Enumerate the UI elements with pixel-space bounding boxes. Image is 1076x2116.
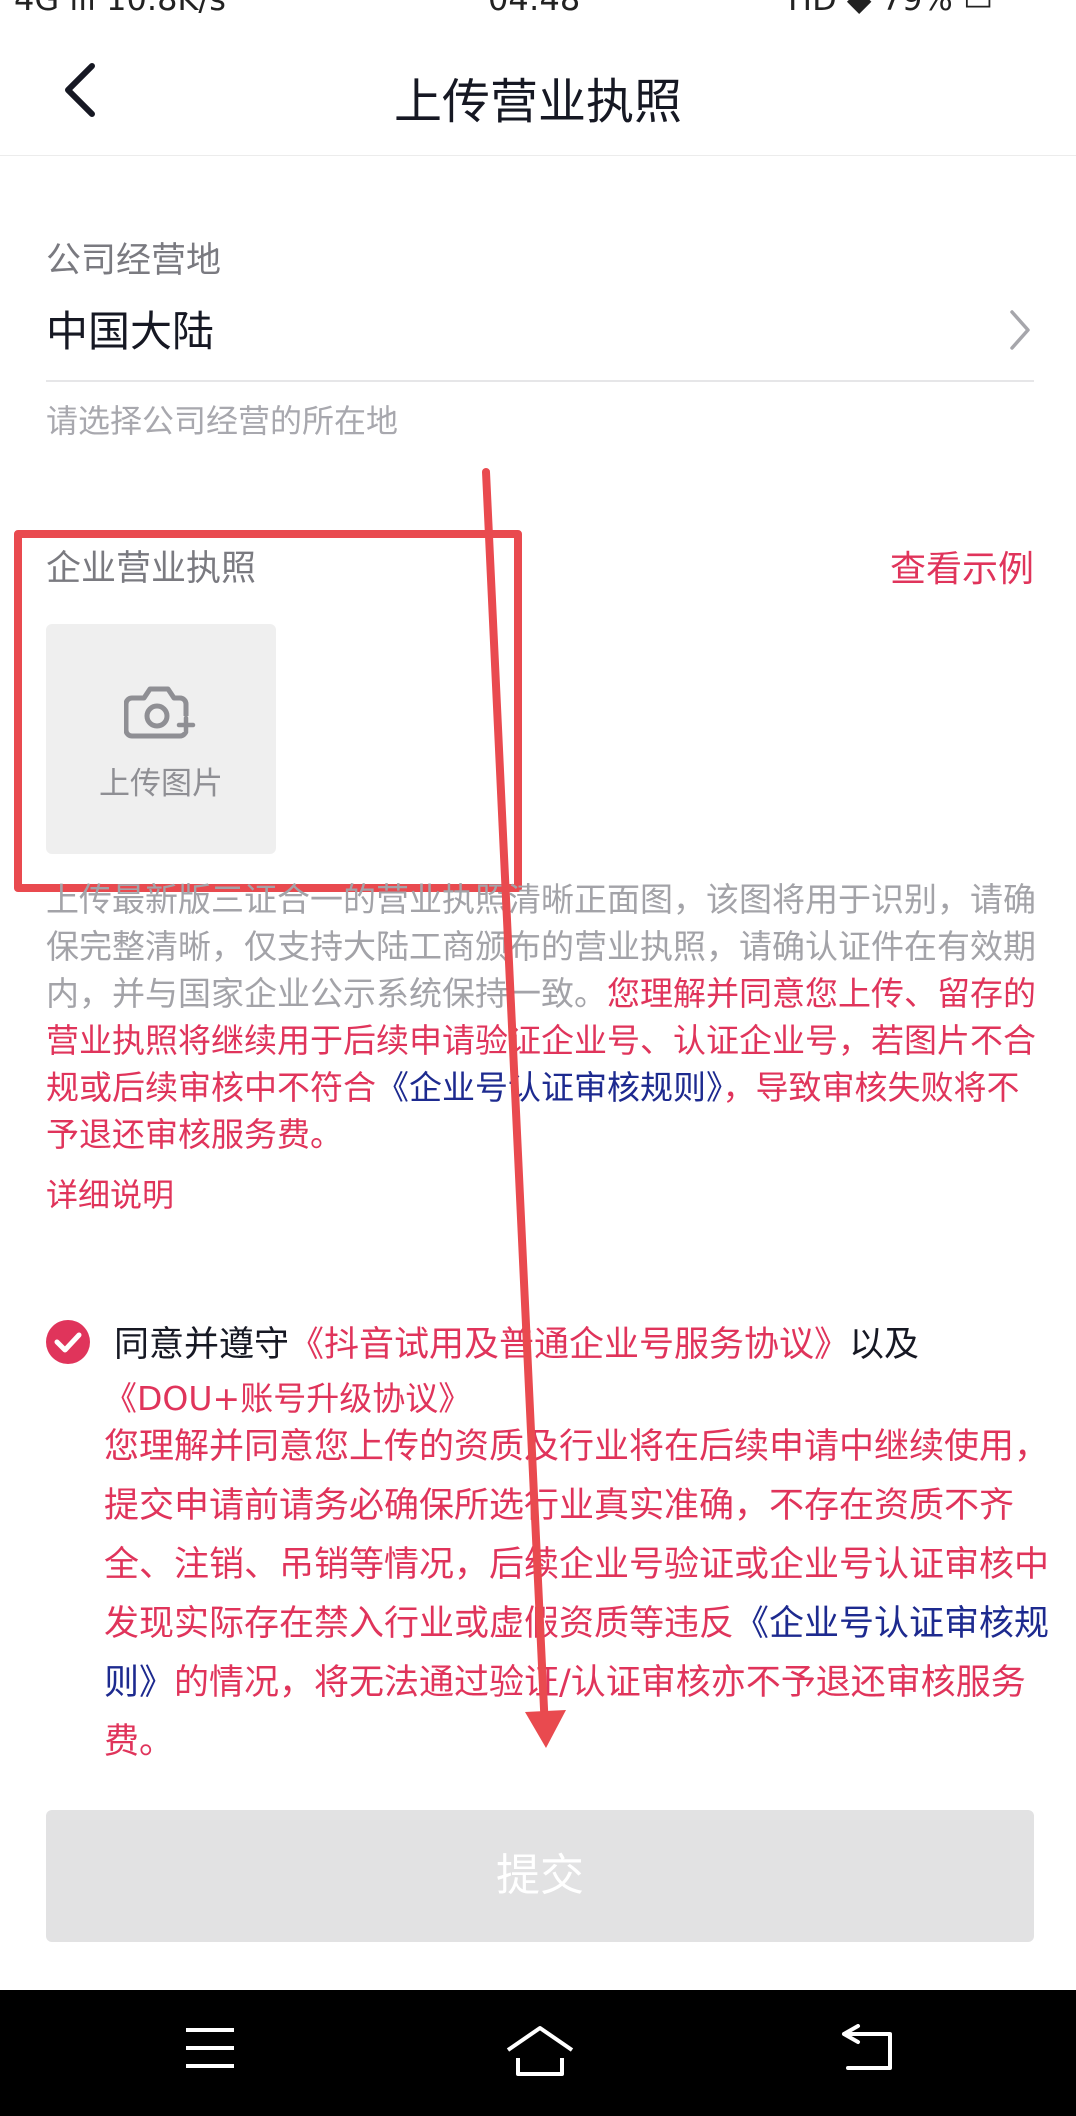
company-location-selector[interactable]: 中国大陆 <box>46 292 1034 382</box>
agreement-notice-text-end: 的情况，将无法通过验证/认证审核亦不予退还审核服务费。 <box>104 1663 1026 1762</box>
system-nav-bar <box>0 1990 1076 2116</box>
camera-plus-icon <box>124 686 196 739</box>
page-title: 上传营业执照 <box>393 74 682 130</box>
service-agreement-link[interactable]: 《抖音试用及普通企业号服务协议》 <box>289 1325 849 1365</box>
chevron-right-icon <box>1010 310 1030 350</box>
agreement-line: 同意并遵守《抖音试用及普通企业号服务协议》以及 <box>114 1316 919 1367</box>
checkbox-checked-icon[interactable] <box>46 1320 90 1364</box>
audit-rules-link[interactable]: 《企业号认证审核规则》 <box>376 1068 723 1107</box>
status-battery: HD ◆ 79% ▭ <box>788 0 993 18</box>
company-location-value: 中国大陆 <box>46 307 215 356</box>
company-location-hint: 请选择公司经营的所在地 <box>46 402 399 440</box>
menu-icon[interactable] <box>184 2024 236 2072</box>
agreement-notice: 您理解并同意您上传的资质及行业将在后续申请中继续使用，提交申请前请务必确保所选行… <box>104 1418 1054 1772</box>
header: 上传营业执照 <box>0 22 1076 156</box>
status-bar: 4G ııl 10.8K/s 04:48 HD ◆ 79% ▭ <box>0 0 1076 22</box>
business-license-label: 企业营业执照 <box>46 549 257 589</box>
agreement-prefix: 同意并遵守 <box>114 1325 290 1365</box>
detail-explanation-link[interactable]: 详细说明 <box>46 1170 174 1216</box>
view-example-link[interactable]: 查看示例 <box>890 540 1034 592</box>
status-time: 04:48 <box>488 0 580 18</box>
return-icon[interactable] <box>840 2024 896 2072</box>
license-description: 上传最新版三证合一的营业执照清晰正面图，该图将用于识别，请确保完整清晰，仅支持大… <box>46 876 1036 1158</box>
dou-agreement-link[interactable]: 《DOU+账号升级协议》 <box>104 1372 471 1420</box>
upload-image-button[interactable]: 上传图片 <box>46 624 276 854</box>
company-location-label: 公司经营地 <box>46 241 222 281</box>
home-icon[interactable] <box>504 2024 576 2080</box>
status-network: 4G ııl 10.8K/s <box>14 0 226 18</box>
agreement-connector: 以及 <box>849 1325 920 1365</box>
upload-image-label: 上传图片 <box>99 766 223 802</box>
submit-button[interactable]: 提交 <box>46 1810 1034 1942</box>
